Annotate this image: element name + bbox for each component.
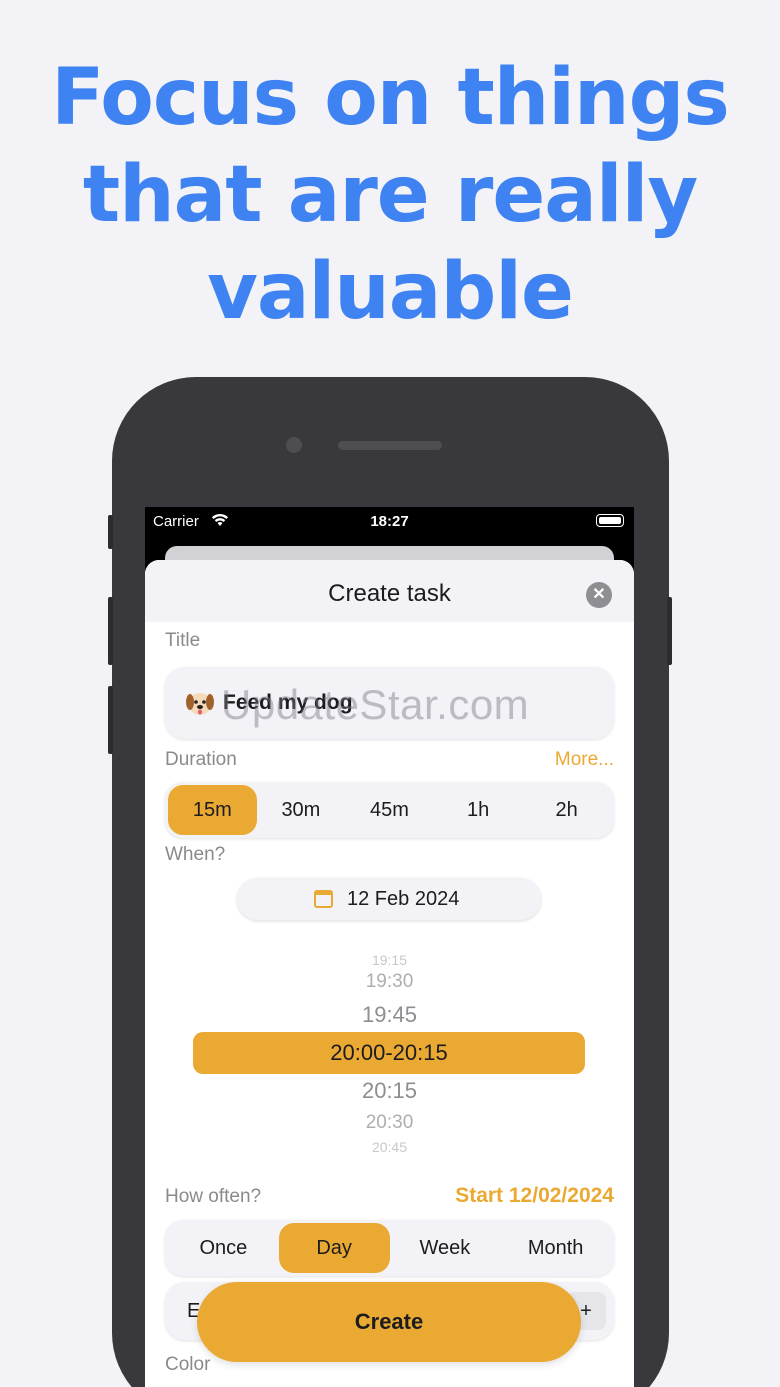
- frequency-option-once[interactable]: Once: [168, 1223, 279, 1273]
- duration-option-30m[interactable]: 30m: [257, 785, 346, 835]
- duration-option-1h[interactable]: 1h: [434, 785, 523, 835]
- date-value: 12 Feb 2024: [347, 888, 460, 910]
- frequency-segmented-control: Once Day Week Month: [165, 1220, 614, 1276]
- duration-segmented-control: 15m 30m 45m 1h 2h: [165, 782, 614, 838]
- frequency-option-month[interactable]: Month: [500, 1223, 611, 1273]
- phone-volume-up: [108, 597, 113, 665]
- wheel-row: 19:15: [371, 952, 408, 968]
- duration-option-2h[interactable]: 2h: [522, 785, 611, 835]
- calendar-icon: [314, 890, 333, 908]
- start-date-link[interactable]: Start 12/02/2024: [455, 1184, 614, 1208]
- date-picker-button[interactable]: 12 Feb 2024: [237, 878, 541, 920]
- watermark: UpdateStar.com: [221, 681, 530, 728]
- duration-option-15m[interactable]: 15m: [168, 785, 257, 835]
- sheet-header: Create task ✕: [145, 560, 634, 622]
- when-label: When?: [165, 844, 226, 865]
- wheel-row: 20:15: [361, 1078, 418, 1103]
- duration-label: Duration: [165, 749, 237, 770]
- title-input[interactable]: Feed my dog UpdateStar.com: [165, 667, 614, 739]
- headline-line-2: that are really: [82, 150, 698, 240]
- create-button[interactable]: Create: [197, 1282, 581, 1362]
- status-time: 18:27: [370, 513, 409, 530]
- wheel-selected-time[interactable]: 20:00-20:15: [193, 1032, 585, 1074]
- wheel-row: 20:45: [371, 1139, 408, 1153]
- close-icon[interactable]: ✕: [586, 582, 612, 608]
- duration-more-link[interactable]: More...: [555, 749, 614, 771]
- headline-line-3: valuable: [207, 247, 574, 337]
- sheet-title: Create task: [328, 580, 451, 607]
- title-label: Title: [165, 630, 201, 651]
- wheel-row: 20:30: [365, 1112, 414, 1133]
- earpiece-speaker: [338, 441, 442, 450]
- marketing-headline: Focus on things that are really valuable: [0, 50, 780, 341]
- phone-mute-switch: [108, 515, 113, 549]
- how-often-label: How often?: [165, 1186, 262, 1207]
- duration-option-45m[interactable]: 45m: [345, 785, 434, 835]
- frequency-option-week[interactable]: Week: [390, 1223, 501, 1273]
- wheel-row: 19:45: [361, 1002, 418, 1027]
- front-camera: [286, 437, 302, 453]
- headline-line-1: Focus on things: [51, 53, 730, 143]
- phone-volume-down: [108, 686, 113, 754]
- color-label: Color: [165, 1354, 211, 1375]
- battery-icon: [596, 514, 624, 527]
- dog-face-emoji: [185, 689, 215, 717]
- phone-power-button: [667, 597, 672, 665]
- frequency-option-day[interactable]: Day: [278, 1223, 390, 1273]
- phone-screen: Carrier 18:27 Create task ✕ Title Feed m…: [145, 507, 634, 1387]
- status-bar: Carrier 18:27: [145, 507, 634, 535]
- create-task-sheet: Create task ✕ Title Feed my dog UpdateSt…: [145, 560, 634, 1387]
- wheel-row: 19:30: [365, 971, 414, 992]
